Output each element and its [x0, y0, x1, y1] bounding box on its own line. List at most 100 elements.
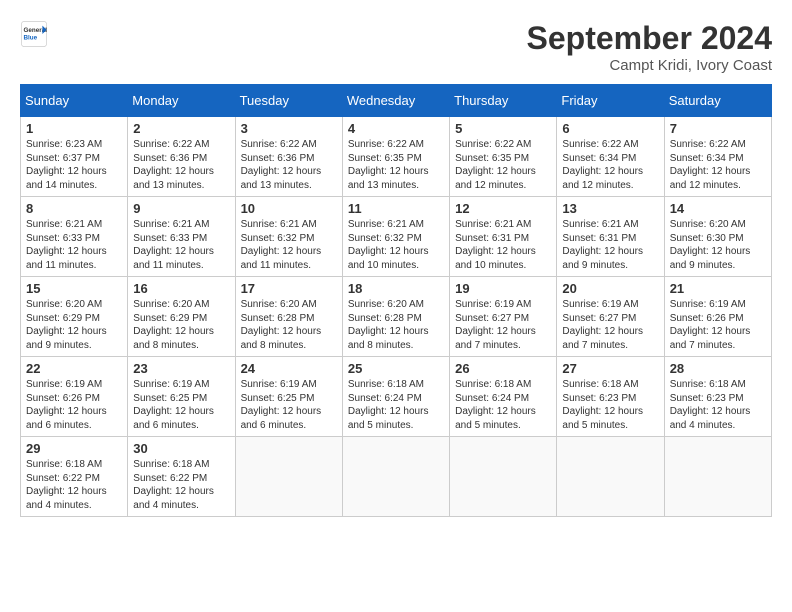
day-number: 27 — [562, 361, 658, 376]
calendar-week-row: 29 Sunrise: 6:18 AM Sunset: 6:22 PM Dayl… — [21, 437, 772, 517]
calendar-week-row: 8 Sunrise: 6:21 AM Sunset: 6:33 PM Dayli… — [21, 197, 772, 277]
day-info: Sunrise: 6:19 AM Sunset: 6:26 PM Dayligh… — [670, 298, 766, 352]
logo-icon: General Blue — [20, 20, 48, 48]
calendar-day-cell: 21 Sunrise: 6:19 AM Sunset: 6:26 PM Dayl… — [664, 277, 771, 357]
calendar-header-cell: Thursday — [450, 85, 557, 117]
day-info: Sunrise: 6:22 AM Sunset: 6:35 PM Dayligh… — [455, 138, 551, 192]
day-number: 17 — [241, 281, 337, 296]
day-info: Sunrise: 6:18 AM Sunset: 6:24 PM Dayligh… — [348, 378, 444, 432]
calendar-day-cell: 29 Sunrise: 6:18 AM Sunset: 6:22 PM Dayl… — [21, 437, 128, 517]
day-number: 3 — [241, 121, 337, 136]
day-info: Sunrise: 6:20 AM Sunset: 6:29 PM Dayligh… — [26, 298, 122, 352]
calendar-day-cell: 3 Sunrise: 6:22 AM Sunset: 6:36 PM Dayli… — [235, 117, 342, 197]
calendar-header-cell: Tuesday — [235, 85, 342, 117]
calendar-day-cell: 14 Sunrise: 6:20 AM Sunset: 6:30 PM Dayl… — [664, 197, 771, 277]
location: Campt Kridi, Ivory Coast — [527, 57, 772, 74]
day-info: Sunrise: 6:20 AM Sunset: 6:28 PM Dayligh… — [241, 298, 337, 352]
calendar-day-cell — [235, 437, 342, 517]
calendar-day-cell: 26 Sunrise: 6:18 AM Sunset: 6:24 PM Dayl… — [450, 357, 557, 437]
calendar-day-cell: 5 Sunrise: 6:22 AM Sunset: 6:35 PM Dayli… — [450, 117, 557, 197]
day-number: 29 — [26, 441, 122, 456]
day-number: 10 — [241, 201, 337, 216]
day-number: 30 — [133, 441, 229, 456]
calendar-day-cell: 15 Sunrise: 6:20 AM Sunset: 6:29 PM Dayl… — [21, 277, 128, 357]
calendar-day-cell: 6 Sunrise: 6:22 AM Sunset: 6:34 PM Dayli… — [557, 117, 664, 197]
day-number: 21 — [670, 281, 766, 296]
calendar-day-cell: 20 Sunrise: 6:19 AM Sunset: 6:27 PM Dayl… — [557, 277, 664, 357]
day-number: 26 — [455, 361, 551, 376]
calendar-header-row: SundayMondayTuesdayWednesdayThursdayFrid… — [21, 85, 772, 117]
day-number: 25 — [348, 361, 444, 376]
calendar-day-cell: 17 Sunrise: 6:20 AM Sunset: 6:28 PM Dayl… — [235, 277, 342, 357]
calendar-day-cell: 22 Sunrise: 6:19 AM Sunset: 6:26 PM Dayl… — [21, 357, 128, 437]
day-info: Sunrise: 6:20 AM Sunset: 6:28 PM Dayligh… — [348, 298, 444, 352]
day-number: 13 — [562, 201, 658, 216]
calendar-day-cell: 16 Sunrise: 6:20 AM Sunset: 6:29 PM Dayl… — [128, 277, 235, 357]
day-info: Sunrise: 6:21 AM Sunset: 6:31 PM Dayligh… — [562, 218, 658, 272]
month-title: September 2024 — [527, 20, 772, 57]
day-info: Sunrise: 6:19 AM Sunset: 6:25 PM Dayligh… — [133, 378, 229, 432]
day-info: Sunrise: 6:22 AM Sunset: 6:35 PM Dayligh… — [348, 138, 444, 192]
calendar-header-cell: Saturday — [664, 85, 771, 117]
calendar-day-cell: 13 Sunrise: 6:21 AM Sunset: 6:31 PM Dayl… — [557, 197, 664, 277]
day-info: Sunrise: 6:19 AM Sunset: 6:25 PM Dayligh… — [241, 378, 337, 432]
day-number: 6 — [562, 121, 658, 136]
calendar-day-cell: 27 Sunrise: 6:18 AM Sunset: 6:23 PM Dayl… — [557, 357, 664, 437]
calendar-header-cell: Friday — [557, 85, 664, 117]
calendar-day-cell: 12 Sunrise: 6:21 AM Sunset: 6:31 PM Dayl… — [450, 197, 557, 277]
calendar-day-cell: 8 Sunrise: 6:21 AM Sunset: 6:33 PM Dayli… — [21, 197, 128, 277]
day-info: Sunrise: 6:22 AM Sunset: 6:34 PM Dayligh… — [562, 138, 658, 192]
day-number: 2 — [133, 121, 229, 136]
calendar-day-cell: 19 Sunrise: 6:19 AM Sunset: 6:27 PM Dayl… — [450, 277, 557, 357]
day-info: Sunrise: 6:21 AM Sunset: 6:32 PM Dayligh… — [348, 218, 444, 272]
calendar-day-cell — [342, 437, 449, 517]
day-number: 7 — [670, 121, 766, 136]
day-info: Sunrise: 6:22 AM Sunset: 6:36 PM Dayligh… — [133, 138, 229, 192]
day-info: Sunrise: 6:19 AM Sunset: 6:27 PM Dayligh… — [562, 298, 658, 352]
calendar-week-row: 15 Sunrise: 6:20 AM Sunset: 6:29 PM Dayl… — [21, 277, 772, 357]
day-info: Sunrise: 6:21 AM Sunset: 6:33 PM Dayligh… — [26, 218, 122, 272]
calendar-day-cell: 18 Sunrise: 6:20 AM Sunset: 6:28 PM Dayl… — [342, 277, 449, 357]
calendar-day-cell: 11 Sunrise: 6:21 AM Sunset: 6:32 PM Dayl… — [342, 197, 449, 277]
day-number: 4 — [348, 121, 444, 136]
calendar-day-cell: 9 Sunrise: 6:21 AM Sunset: 6:33 PM Dayli… — [128, 197, 235, 277]
day-info: Sunrise: 6:22 AM Sunset: 6:36 PM Dayligh… — [241, 138, 337, 192]
day-number: 16 — [133, 281, 229, 296]
calendar-day-cell — [450, 437, 557, 517]
day-number: 24 — [241, 361, 337, 376]
logo: General Blue — [20, 20, 48, 48]
day-info: Sunrise: 6:18 AM Sunset: 6:24 PM Dayligh… — [455, 378, 551, 432]
day-info: Sunrise: 6:19 AM Sunset: 6:27 PM Dayligh… — [455, 298, 551, 352]
day-number: 23 — [133, 361, 229, 376]
calendar-day-cell: 7 Sunrise: 6:22 AM Sunset: 6:34 PM Dayli… — [664, 117, 771, 197]
calendar-day-cell: 25 Sunrise: 6:18 AM Sunset: 6:24 PM Dayl… — [342, 357, 449, 437]
calendar-day-cell: 10 Sunrise: 6:21 AM Sunset: 6:32 PM Dayl… — [235, 197, 342, 277]
calendar-day-cell — [664, 437, 771, 517]
day-info: Sunrise: 6:21 AM Sunset: 6:32 PM Dayligh… — [241, 218, 337, 272]
title-area: September 2024 Campt Kridi, Ivory Coast — [527, 20, 772, 74]
calendar-week-row: 22 Sunrise: 6:19 AM Sunset: 6:26 PM Dayl… — [21, 357, 772, 437]
day-info: Sunrise: 6:18 AM Sunset: 6:22 PM Dayligh… — [26, 458, 122, 512]
day-number: 15 — [26, 281, 122, 296]
calendar-day-cell: 1 Sunrise: 6:23 AM Sunset: 6:37 PM Dayli… — [21, 117, 128, 197]
day-info: Sunrise: 6:18 AM Sunset: 6:22 PM Dayligh… — [133, 458, 229, 512]
day-number: 8 — [26, 201, 122, 216]
day-info: Sunrise: 6:23 AM Sunset: 6:37 PM Dayligh… — [26, 138, 122, 192]
calendar-header-cell: Sunday — [21, 85, 128, 117]
day-number: 20 — [562, 281, 658, 296]
day-number: 19 — [455, 281, 551, 296]
day-number: 11 — [348, 201, 444, 216]
calendar-week-row: 1 Sunrise: 6:23 AM Sunset: 6:37 PM Dayli… — [21, 117, 772, 197]
day-info: Sunrise: 6:18 AM Sunset: 6:23 PM Dayligh… — [562, 378, 658, 432]
day-info: Sunrise: 6:21 AM Sunset: 6:31 PM Dayligh… — [455, 218, 551, 272]
day-info: Sunrise: 6:19 AM Sunset: 6:26 PM Dayligh… — [26, 378, 122, 432]
header: General Blue September 2024 Campt Kridi,… — [20, 20, 772, 74]
day-info: Sunrise: 6:18 AM Sunset: 6:23 PM Dayligh… — [670, 378, 766, 432]
calendar-day-cell: 4 Sunrise: 6:22 AM Sunset: 6:35 PM Dayli… — [342, 117, 449, 197]
day-number: 14 — [670, 201, 766, 216]
calendar-day-cell: 24 Sunrise: 6:19 AM Sunset: 6:25 PM Dayl… — [235, 357, 342, 437]
day-info: Sunrise: 6:22 AM Sunset: 6:34 PM Dayligh… — [670, 138, 766, 192]
day-number: 18 — [348, 281, 444, 296]
day-number: 1 — [26, 121, 122, 136]
calendar-day-cell: 30 Sunrise: 6:18 AM Sunset: 6:22 PM Dayl… — [128, 437, 235, 517]
